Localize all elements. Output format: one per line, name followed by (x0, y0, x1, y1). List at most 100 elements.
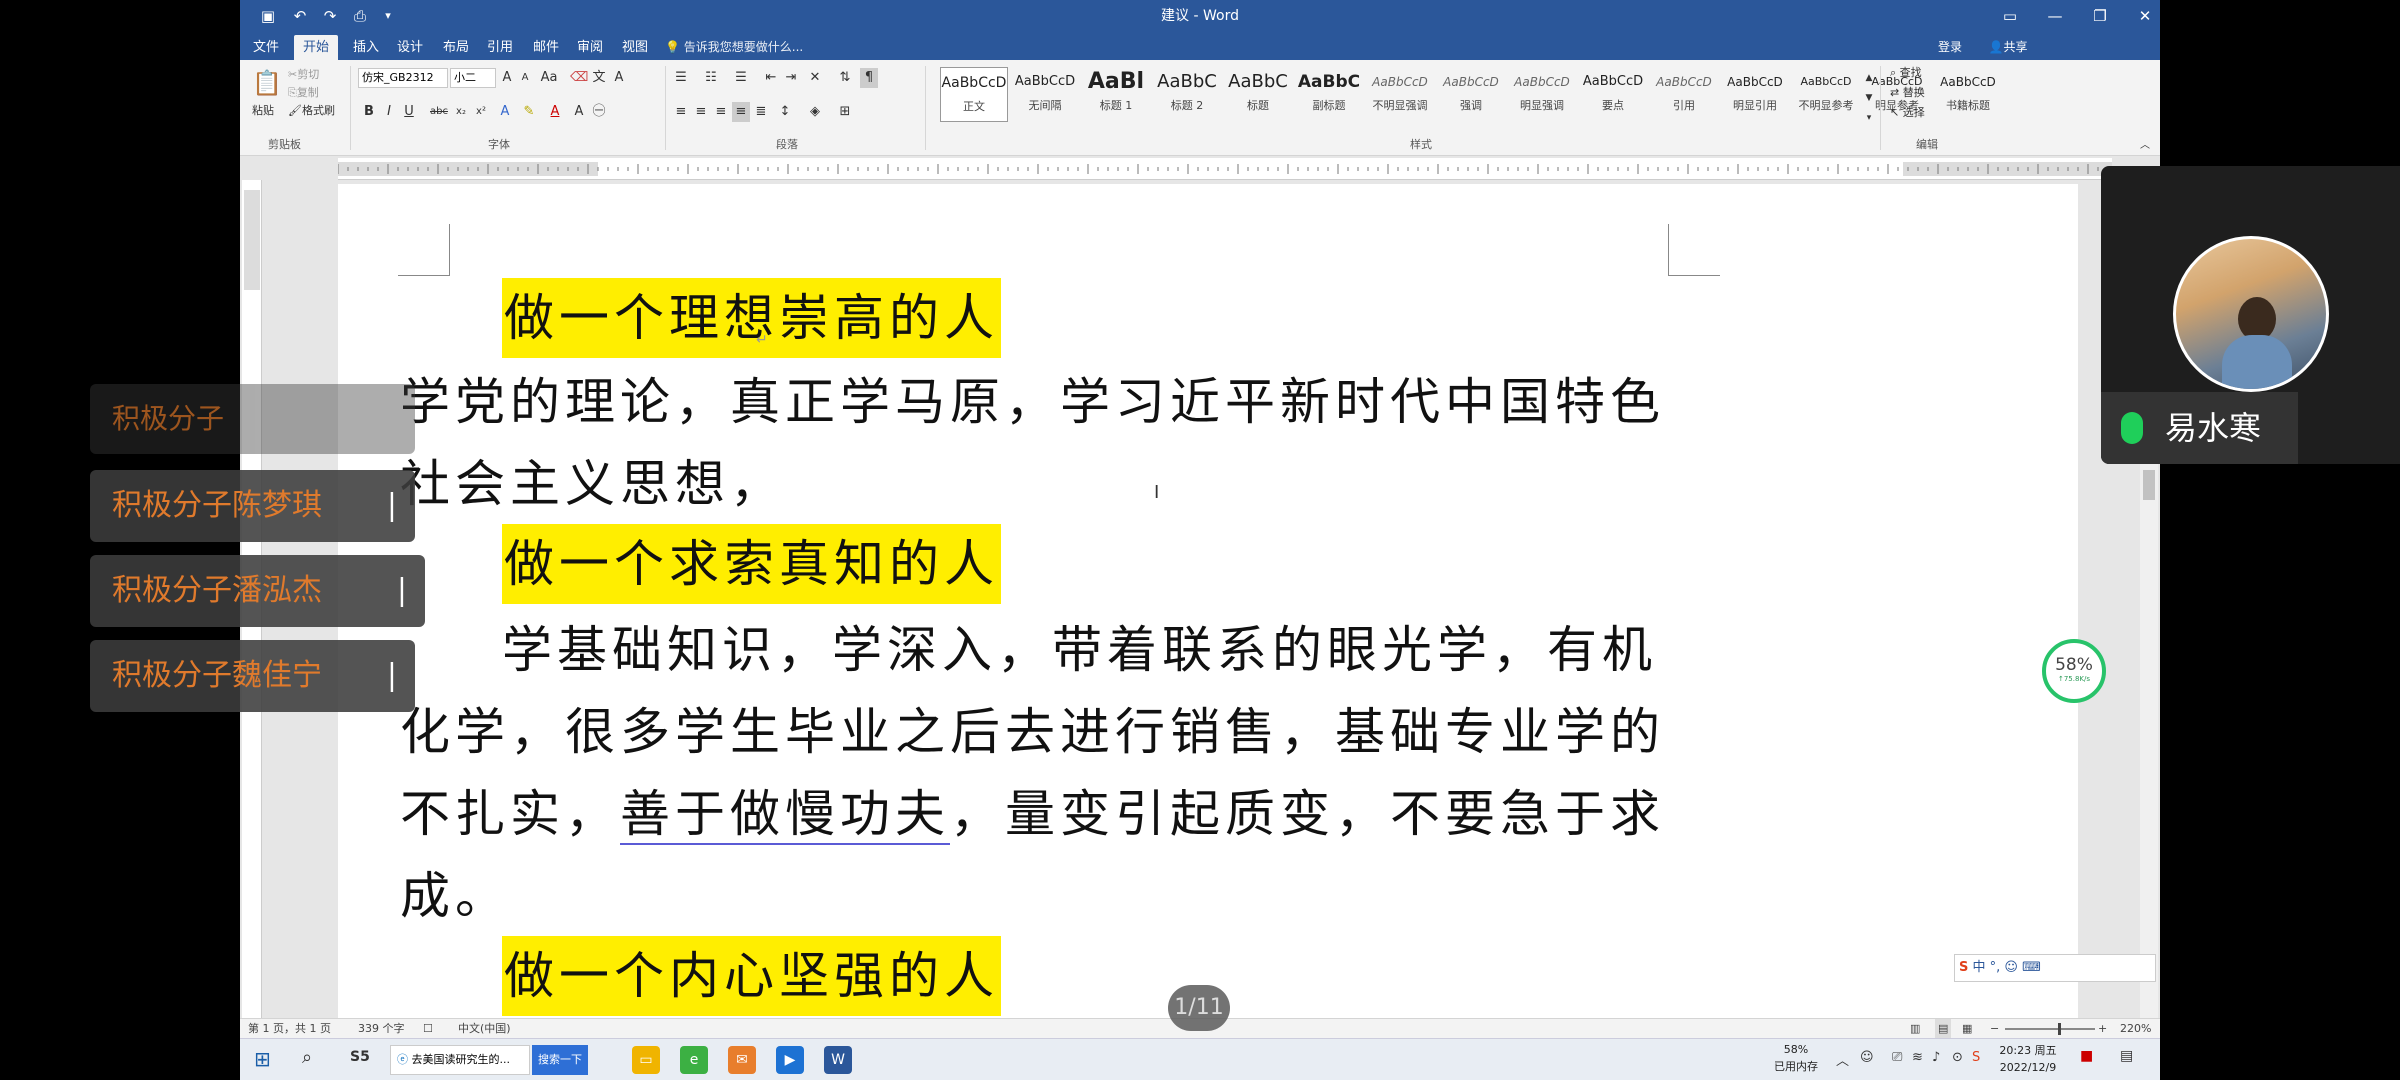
ime-toolbar[interactable]: S 中 °, ☺ ⌨ (1954, 954, 2156, 982)
tab-review[interactable]: 审阅 (570, 35, 610, 60)
style-item[interactable]: AaBbC 标题 2 (1153, 67, 1221, 122)
wechat-icon[interactable]: ✉ (728, 1046, 756, 1074)
minimize-icon[interactable]: — (2040, 4, 2070, 28)
volume-icon[interactable]: ♪ (1932, 1050, 1940, 1065)
char-shading-icon[interactable]: A (570, 102, 588, 122)
align-center-icon[interactable]: ≡ (692, 102, 710, 122)
char-border-icon[interactable]: A (610, 68, 628, 88)
close-icon[interactable]: ✕ (2130, 4, 2160, 28)
bold-icon[interactable]: B (360, 102, 378, 122)
browser-icon[interactable]: e (680, 1046, 708, 1074)
tab-design[interactable]: 设计 (390, 35, 430, 60)
strikethrough-icon[interactable]: abc (430, 102, 448, 122)
shrink-font-icon[interactable]: A (516, 68, 534, 88)
share-button[interactable]: 👤共享 (1978, 35, 2038, 60)
tray-user-icon[interactable]: ☺ (1860, 1050, 1874, 1065)
underline-icon[interactable]: U (400, 102, 418, 122)
meeting-app-icon[interactable]: ▶ (776, 1046, 804, 1074)
speaker-panel[interactable]: 易水寒 (2101, 166, 2400, 464)
show-marks-icon[interactable]: ¶ (860, 68, 878, 88)
zoom-level[interactable]: 220% (2120, 1019, 2151, 1039)
paragraph-2-line-3[interactable]: 不扎实，善于做慢功夫，量变引起质变，不要急于求 (400, 774, 1665, 854)
tab-view[interactable]: 视图 (615, 35, 655, 60)
memory-usage[interactable]: 58% 已用内存 (1766, 1041, 1826, 1075)
tab-file[interactable]: 文件 (246, 35, 286, 60)
tell-me-box[interactable]: 💡 告诉我您想要做什么... (665, 35, 865, 60)
style-item[interactable]: AaBbCcD 无间隔 (1011, 67, 1079, 122)
style-item[interactable]: AaBbC 副标题 (1295, 67, 1363, 122)
paragraph-1-line-1[interactable]: 学党的理论，真正学马原，学习近平新时代中国特色 (400, 362, 1665, 442)
app-icon[interactable]: S5 (350, 1049, 370, 1065)
enclose-char-icon[interactable]: ㊀ (590, 102, 608, 122)
gallery-down-icon[interactable]: ▼ (1860, 88, 1878, 108)
subscript-icon[interactable]: x₂ (452, 102, 470, 122)
word-count[interactable]: 339 个字 (358, 1019, 405, 1039)
heading-2[interactable]: 做一个求索真知的人 (502, 524, 1001, 604)
clock[interactable]: 20:23 周五 2022/12/9 (1988, 1042, 2068, 1076)
style-item[interactable]: AaBbCcD 要点 (1579, 67, 1647, 122)
restore-icon[interactable]: ❐ (2085, 4, 2115, 28)
ime-tray-icon[interactable]: ⊙ (1952, 1050, 1963, 1065)
font-color-icon[interactable]: A (546, 102, 564, 122)
zoom-slider-thumb[interactable] (2058, 1023, 2061, 1035)
paragraph-2-line-4[interactable]: 成。 (400, 856, 510, 936)
increase-indent-icon[interactable]: ⇥ (782, 68, 800, 88)
paste-icon[interactable]: 📋 (252, 68, 282, 98)
italic-icon[interactable]: I (380, 102, 398, 122)
scrollbar-thumb[interactable] (2143, 470, 2155, 500)
wifi-icon[interactable]: ≋ (1912, 1050, 1923, 1065)
gallery-up-icon[interactable]: ▲ (1860, 68, 1878, 88)
heading-1[interactable]: 做一个理想崇高的人 (502, 278, 1001, 358)
format-painter-button[interactable]: 🖌格式刷 (288, 102, 335, 120)
distributed-icon[interactable]: ≣ (752, 102, 770, 122)
read-mode-icon[interactable]: ▥ (1910, 1019, 1920, 1039)
align-right-icon[interactable]: ≡ (712, 102, 730, 122)
search-button[interactable]: 搜索一下 (532, 1045, 588, 1075)
select-button[interactable]: ↖ 选择 (1890, 104, 1925, 122)
style-item[interactable]: AaBbCcD 不明显参考 (1792, 67, 1860, 122)
style-item[interactable]: AaBbC 标题 (1224, 67, 1292, 122)
web-layout-icon[interactable]: ▦ (1962, 1019, 1972, 1039)
text-effects-icon[interactable]: A (496, 102, 514, 122)
search-icon[interactable]: ⌕ (302, 1047, 312, 1068)
horizontal-ruler[interactable] (337, 158, 2112, 180)
align-left-icon[interactable]: ≡ (672, 102, 690, 122)
browser-tab[interactable]: ⓔ 去美国读研究生的... (390, 1045, 530, 1075)
grow-font-icon[interactable]: A (498, 68, 516, 88)
shading-icon[interactable]: ◈ (806, 102, 824, 122)
decrease-indent-icon[interactable]: ⇤ (762, 68, 780, 88)
replace-button[interactable]: ⇄ 替换 (1890, 84, 1925, 102)
security-icon[interactable]: ■ (2080, 1048, 2093, 1064)
sogou-tray-icon[interactable]: S (1972, 1050, 1980, 1065)
style-item[interactable]: AaBbCcD 正文 (940, 67, 1008, 122)
zoom-in-icon[interactable]: + (2098, 1019, 2107, 1039)
word-icon[interactable]: W (824, 1046, 852, 1074)
tab-mailings[interactable]: 邮件 (526, 35, 566, 60)
numbering-icon[interactable]: ☷ (702, 68, 720, 88)
style-item[interactable]: AaBbCcD 明显引用 (1721, 67, 1789, 122)
style-item[interactable]: AaBbCcD 书籍标题 (1934, 67, 2002, 122)
tab-home[interactable]: 开始 (294, 35, 338, 60)
font-size-dropdown[interactable]: 小二 (450, 68, 496, 88)
paragraph-2-line-2[interactable]: 化学，很多学生毕业之后去进行销售，基础专业学的 (400, 692, 1665, 772)
page-count[interactable]: 第 1 页，共 1 页 (248, 1019, 331, 1039)
memory-gauge[interactable]: 58% ↑75.8K/s (2042, 639, 2106, 703)
chinese-layout-icon[interactable]: ✕ (806, 68, 824, 88)
zoom-out-icon[interactable]: − (1990, 1019, 1999, 1039)
find-button[interactable]: ⌕ 查找 (1890, 64, 1922, 82)
paste-label[interactable]: 粘贴 (252, 102, 274, 120)
style-item[interactable]: AaBbCcD 强调 (1437, 67, 1505, 122)
line-spacing-icon[interactable]: ↕ (776, 102, 794, 122)
cut-button[interactable]: ✂剪切 (288, 66, 319, 84)
highlight-icon[interactable]: ✎ (520, 102, 538, 122)
multilevel-list-icon[interactable]: ☰ (732, 68, 750, 88)
clear-format-icon[interactable]: ⌫ (570, 68, 588, 88)
paragraph-2-line-1[interactable]: 学基础知识，学深入，带着联系的眼光学，有机 (502, 610, 1657, 690)
change-case-icon[interactable]: Aa (540, 68, 558, 88)
tab-insert[interactable]: 插入 (346, 35, 386, 60)
tray-expand-icon[interactable]: ︿ (1836, 1050, 1849, 1069)
gallery-more-icon[interactable]: ▾ (1860, 108, 1878, 128)
tab-references[interactable]: 引用 (480, 35, 520, 60)
sort-icon[interactable]: ⇅ (836, 68, 854, 88)
justify-icon[interactable]: ≡ (732, 102, 750, 122)
